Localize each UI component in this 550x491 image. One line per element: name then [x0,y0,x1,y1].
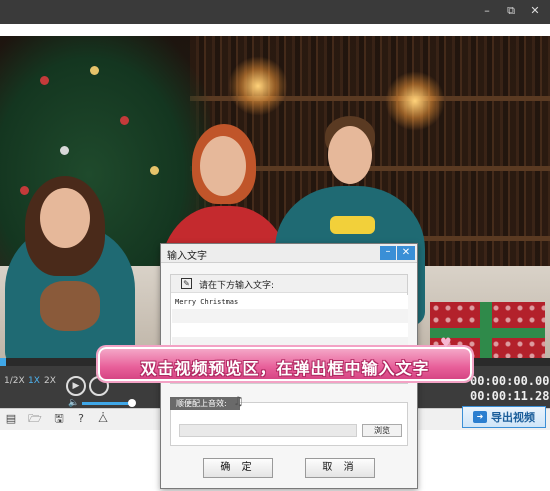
speed-normal[interactable]: 1X [28,376,40,386]
text-input-header: ✎ 请在下方输入文字: [171,275,407,293]
text-input-value: Merry Christmas [175,298,239,306]
girl-face [40,188,90,248]
text-line[interactable] [172,309,408,323]
dialog-title: 输入文字 [167,251,207,262]
text-input-field[interactable]: Merry Christmas [172,295,408,309]
speed-half[interactable]: 1/2X [4,376,25,386]
dialog-minimize-icon[interactable]: – [380,246,396,260]
play-button[interactable]: ▶ [66,376,86,396]
music-label: 顺便配上音效: [170,397,240,410]
dialog-close-icon[interactable]: ✕ [397,246,415,260]
ornament [60,146,69,155]
volume-knob[interactable] [128,399,136,407]
restore-icon[interactable]: ⧉ [504,4,518,18]
export-icon: ➜ [473,411,487,423]
reindeer-glasses [330,216,375,234]
total-time: 00:00:11.280 [470,389,550,403]
lamp-glow [228,56,288,116]
window-controls: – ⧉ ✕ [480,4,542,18]
text-line[interactable] [172,323,408,337]
music-note-icon: ♫ [233,394,244,408]
ornament [40,76,49,85]
title-bar: – ⧉ ✕ [0,0,550,24]
video-editor-window: – ⧉ ✕ 1/2X 1X 2X ▶ 🔈 00:00:00.000 00:00:… [0,0,550,491]
ornament [150,166,159,175]
boy-face [328,126,372,184]
ornament [20,186,29,195]
speed-double[interactable]: 2X [44,376,56,386]
progress-fill [0,358,6,366]
new-project-icon[interactable]: ▤ [4,412,18,426]
ornament [90,66,99,75]
share-icon[interactable]: ⧊ [96,412,110,426]
ok-button[interactable]: 确 定 [203,458,273,478]
close-icon[interactable]: ✕ [528,4,542,18]
export-video-button[interactable]: ➜ 导出视频 [462,406,546,428]
mother-face [200,136,246,196]
volume-icon[interactable]: 🔈 [68,398,79,408]
reindeer-sweater [40,281,100,331]
heart-icon: ♥ [440,336,452,351]
help-icon[interactable]: ? [74,412,88,426]
cancel-button[interactable]: 取 消 [305,458,375,478]
dialog-title-bar[interactable]: 输入文字 – ✕ [161,244,417,263]
edit-icon: ✎ [181,278,192,289]
volume-slider[interactable] [82,402,130,405]
lamp-glow [385,71,445,131]
instruction-callout: 双击视频预览区，在弹出框中输入文字 [98,347,472,381]
ornament [120,116,129,125]
open-folder-icon[interactable]: 🗁 [28,412,42,426]
text-prompt-label: 请在下方输入文字: [199,281,275,291]
save-icon[interactable]: 🖫 [52,412,66,426]
current-time: 00:00:00.000 [470,374,550,388]
minimize-icon[interactable]: – [480,4,494,18]
callout-text: 双击视频预览区，在弹出框中输入文字 [140,359,430,378]
export-video-label: 导出视频 [491,411,535,424]
browse-button[interactable]: 浏览 [362,424,402,437]
music-file-field[interactable] [179,424,357,437]
